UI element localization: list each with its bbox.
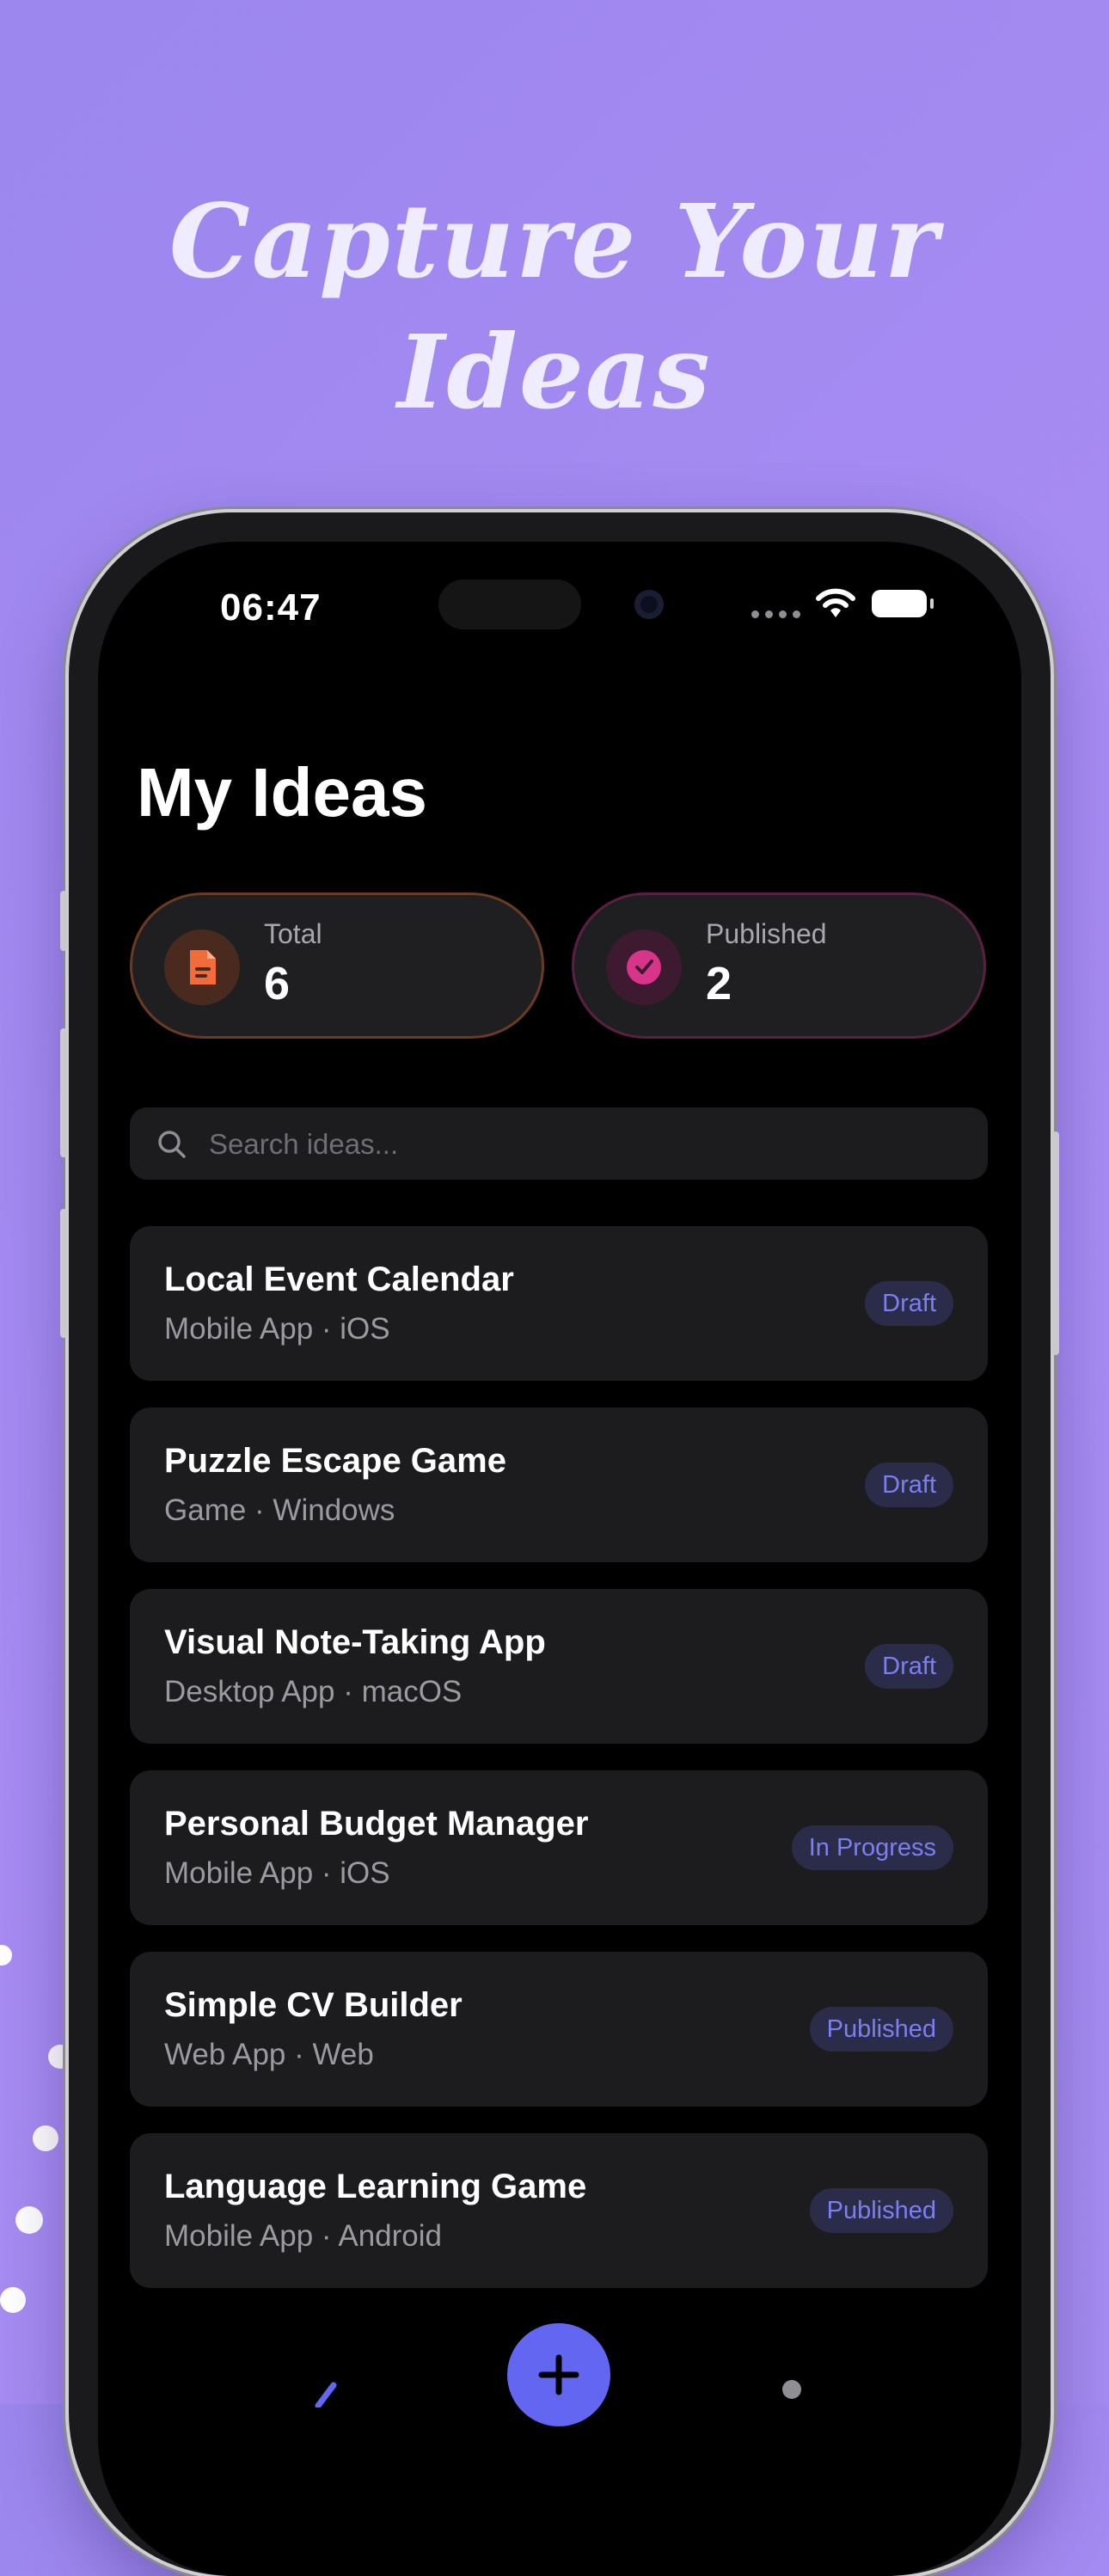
idea-platform: iOS <box>340 1312 390 1346</box>
search-icon <box>158 1131 186 1158</box>
status-badge: Published <box>809 2007 953 2052</box>
search-input[interactable] <box>207 1107 967 1181</box>
idea-platform: Windows <box>273 1493 395 1527</box>
page-title: My Ideas <box>137 754 427 831</box>
idea-list: Local Event Calendar Mobile App · iOS Dr… <box>130 1226 988 2315</box>
idea-category: Mobile App <box>164 1312 314 1346</box>
battery-icon <box>872 590 934 617</box>
idea-meta: Desktop App · macOS <box>164 1675 462 1709</box>
meta-separator: · <box>285 2038 313 2071</box>
idea-category: Web App <box>164 2038 286 2071</box>
cellular-signal-icon <box>751 610 800 618</box>
idea-meta: Game · Windows <box>164 1493 395 1528</box>
idea-meta: Mobile App · iOS <box>164 1856 390 1891</box>
meta-separator: · <box>334 1675 362 1708</box>
decorative-dot <box>15 2206 43 2234</box>
idea-platform: Web <box>312 2038 374 2071</box>
status-badge: Draft <box>865 1644 953 1689</box>
phone-screen: 06:47 My Ideas Total 6 Published 2 Searc… <box>98 542 1021 2576</box>
camera-indicator-icon <box>634 590 664 619</box>
idea-card[interactable]: Language Learning Game Mobile App · Andr… <box>130 2133 988 2288</box>
stat-total-label: Total <box>264 918 322 949</box>
decorative-dot <box>0 1945 12 1966</box>
status-badge: Published <box>809 2188 953 2233</box>
idea-platform: iOS <box>340 1856 390 1890</box>
search-bar[interactable] <box>130 1107 988 1181</box>
status-badge: Draft <box>865 1463 953 1507</box>
idea-meta: Web App · Web <box>164 2038 374 2072</box>
idea-card[interactable]: Puzzle Escape Game Game · Windows Draft <box>130 1408 988 1562</box>
idea-card[interactable]: Local Event Calendar Mobile App · iOS Dr… <box>130 1226 988 1381</box>
phone-volume-up-button <box>60 1028 67 1157</box>
phone-volume-down-button <box>60 1209 67 1338</box>
plus-icon <box>538 2354 579 2395</box>
add-idea-button[interactable] <box>507 2323 610 2426</box>
phone-frame: 06:47 My Ideas Total 6 Published 2 Searc… <box>60 512 1059 2576</box>
meta-separator: · <box>313 1856 340 1890</box>
meta-separator: · <box>246 1493 273 1527</box>
idea-platform: macOS <box>361 1675 463 1708</box>
promo-headline-line-1: Capture Your <box>168 181 941 301</box>
decorative-dot <box>0 2287 26 2313</box>
nav-home-icon[interactable] <box>313 2373 347 2412</box>
decorative-dot <box>33 2125 58 2151</box>
idea-category: Mobile App <box>164 2219 314 2253</box>
idea-card[interactable]: Simple CV Builder Web App · Web Publishe… <box>130 1952 988 2107</box>
idea-card[interactable]: Personal Budget Manager Mobile App · iOS… <box>130 1770 988 1925</box>
idea-title: Simple CV Builder <box>164 1986 463 2024</box>
idea-title: Visual Note-Taking App <box>164 1623 546 1661</box>
idea-title: Puzzle Escape Game <box>164 1442 506 1480</box>
idea-card[interactable]: Visual Note-Taking App Desktop App · mac… <box>130 1589 988 1744</box>
status-badge: Draft <box>865 1281 953 1326</box>
check-circle-icon <box>606 929 682 1005</box>
promo-headline: Capture Your Ideas <box>0 176 1109 438</box>
meta-separator: · <box>313 2219 339 2253</box>
dynamic-island <box>438 580 581 629</box>
wifi-icon <box>815 586 856 623</box>
stat-published-value: 2 <box>706 958 732 1009</box>
idea-category: Mobile App <box>164 1856 314 1890</box>
stat-total-value: 6 <box>264 958 291 1009</box>
idea-title: Language Learning Game <box>164 2168 587 2205</box>
idea-platform: Android <box>338 2219 442 2253</box>
nav-profile-icon[interactable] <box>782 2380 801 2399</box>
idea-category: Game <box>164 1493 247 1527</box>
idea-category: Desktop App <box>164 1675 335 1708</box>
meta-separator: · <box>313 1312 340 1346</box>
stat-card-total[interactable]: Total 6 <box>130 892 544 1039</box>
document-icon <box>164 929 240 1005</box>
idea-title: Personal Budget Manager <box>164 1805 589 1843</box>
stat-published-label: Published <box>706 918 827 949</box>
phone-power-button <box>1052 1132 1059 1355</box>
status-badge: In Progress <box>791 1825 953 1870</box>
idea-meta: Mobile App · iOS <box>164 1312 390 1346</box>
idea-meta: Mobile App · Android <box>164 2219 442 2254</box>
promo-headline-line-2: Ideas <box>397 312 712 432</box>
idea-title: Local Event Calendar <box>164 1260 514 1298</box>
stat-card-published[interactable]: Published 2 <box>572 892 986 1039</box>
status-time: 06:47 <box>220 586 322 629</box>
phone-silent-switch <box>60 891 67 951</box>
